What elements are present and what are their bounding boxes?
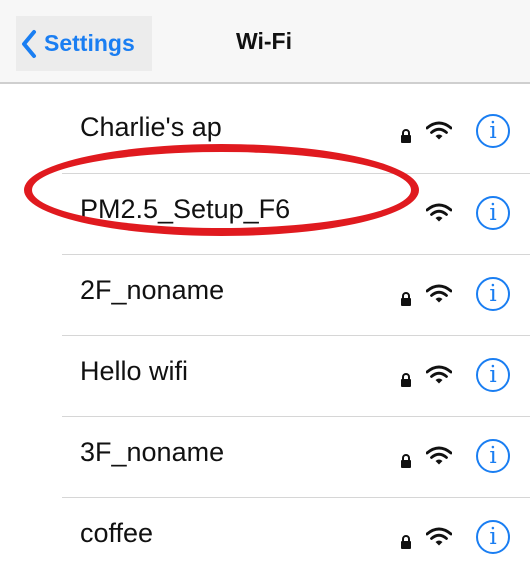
network-row[interactable]: coffee i	[62, 497, 530, 578]
info-button[interactable]: i	[476, 277, 510, 311]
lock-icon	[401, 129, 411, 143]
page-title: Wi-Fi	[236, 28, 292, 54]
wifi-icon	[426, 203, 452, 222]
wifi-icon	[426, 121, 452, 140]
lock-icon	[401, 454, 411, 468]
network-list: Charlie's ap i PM2.5_Setup_F6 i 2F_nonam…	[62, 92, 530, 578]
wifi-icon	[426, 284, 452, 303]
info-button[interactable]: i	[476, 114, 510, 148]
lock-icon	[401, 292, 411, 306]
network-name: Hello wifi	[80, 356, 189, 386]
navigation-bar: Settings Wi-Fi	[0, 0, 530, 84]
info-button[interactable]: i	[476, 520, 510, 554]
wifi-icon	[426, 365, 452, 384]
info-button[interactable]: i	[476, 196, 510, 230]
wifi-icon	[426, 527, 452, 546]
chevron-left-icon	[22, 29, 36, 58]
network-row[interactable]: 2F_noname i	[62, 254, 530, 335]
back-label: Settings	[44, 30, 135, 56]
network-name: Charlie's ap	[80, 112, 222, 142]
network-row[interactable]: Charlie's ap i	[62, 92, 530, 173]
network-row[interactable]: Hello wifi i	[62, 335, 530, 416]
lock-icon	[401, 535, 411, 549]
network-name: PM2.5_Setup_F6	[80, 194, 291, 224]
network-name: coffee	[80, 518, 154, 548]
lock-icon	[401, 373, 411, 387]
network-name: 2F_noname	[80, 275, 225, 305]
network-name: 3F_noname	[80, 437, 225, 467]
network-row[interactable]: PM2.5_Setup_F6 i	[62, 173, 530, 254]
network-row[interactable]: 3F_noname i	[62, 416, 530, 497]
info-button[interactable]: i	[476, 439, 510, 473]
info-button[interactable]: i	[476, 358, 510, 392]
wifi-icon	[426, 446, 452, 465]
back-button[interactable]: Settings	[16, 16, 152, 71]
